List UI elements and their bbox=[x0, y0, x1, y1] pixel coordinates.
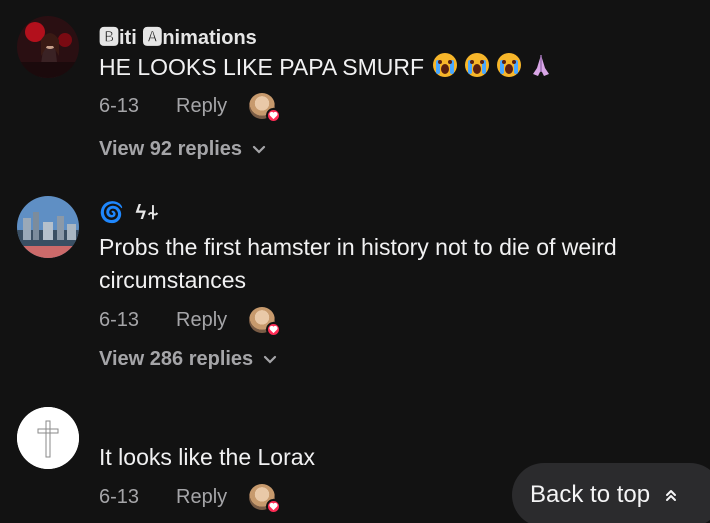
comment-author[interactable]: 🅱iti 🅰nimations bbox=[99, 21, 257, 50]
reply-button[interactable]: Reply bbox=[176, 309, 227, 332]
chevron-down-icon bbox=[252, 145, 266, 154]
heart-icon bbox=[266, 499, 282, 514]
creator-liked-avatar bbox=[249, 307, 282, 337]
comment-text: HE LOOKS LIKE PAPA SMURF bbox=[99, 51, 704, 84]
comment-author[interactable]: 🌀 ϟ⍭ bbox=[99, 200, 160, 225]
view-replies-label: View 286 replies bbox=[99, 348, 254, 370]
heart-icon bbox=[266, 108, 282, 123]
back-to-top-label: Back to top bbox=[530, 481, 651, 508]
comment-date: 6-13 bbox=[99, 308, 140, 331]
heart-icon bbox=[266, 322, 282, 337]
comment-date: 6-13 bbox=[99, 94, 140, 117]
folded-hands-emoji bbox=[533, 55, 550, 76]
comment-meta: 6-13 Reply bbox=[99, 482, 282, 514]
crying-face-emoji bbox=[465, 53, 490, 77]
view-replies-button[interactable]: View 286 replies bbox=[99, 348, 277, 371]
author-name-glyphs: ϟ⍭ bbox=[135, 202, 161, 224]
reply-button[interactable]: Reply bbox=[176, 95, 227, 118]
comment-meta: 6-13 Reply bbox=[99, 91, 282, 123]
comment-meta: 6-13 Reply bbox=[99, 305, 282, 337]
reply-button[interactable]: Reply bbox=[176, 486, 227, 509]
double-chevron-up-icon bbox=[666, 490, 677, 501]
comment-date: 6-13 bbox=[99, 485, 140, 508]
comments-panel: 🅱iti 🅰nimations HE LOOKS LIKE PAPA SMURF… bbox=[0, 0, 710, 523]
spiral-icon: 🌀 bbox=[99, 202, 124, 224]
comment-item: 🌀 ϟ⍭ Probs the first hamster in history … bbox=[0, 190, 710, 390]
avatar[interactable] bbox=[17, 16, 79, 78]
crying-face-emoji bbox=[433, 53, 458, 77]
chevron-down-icon bbox=[264, 355, 277, 364]
creator-liked-avatar bbox=[249, 93, 282, 123]
view-replies-button[interactable]: View 92 replies bbox=[99, 138, 266, 161]
comment-text: Probs the first hamster in history not t… bbox=[99, 234, 617, 293]
avatar[interactable] bbox=[17, 196, 79, 258]
comment-item: 🅱iti 🅰nimations HE LOOKS LIKE PAPA SMURF… bbox=[0, 0, 710, 170]
creator-liked-avatar bbox=[249, 484, 282, 514]
back-to-top-button[interactable]: Back to top bbox=[512, 463, 710, 523]
crying-face-emoji bbox=[497, 53, 522, 77]
comment-text-content: HE LOOKS LIKE PAPA SMURF bbox=[99, 54, 425, 80]
avatar[interactable] bbox=[17, 407, 79, 469]
view-replies-label: View 92 replies bbox=[99, 138, 243, 160]
